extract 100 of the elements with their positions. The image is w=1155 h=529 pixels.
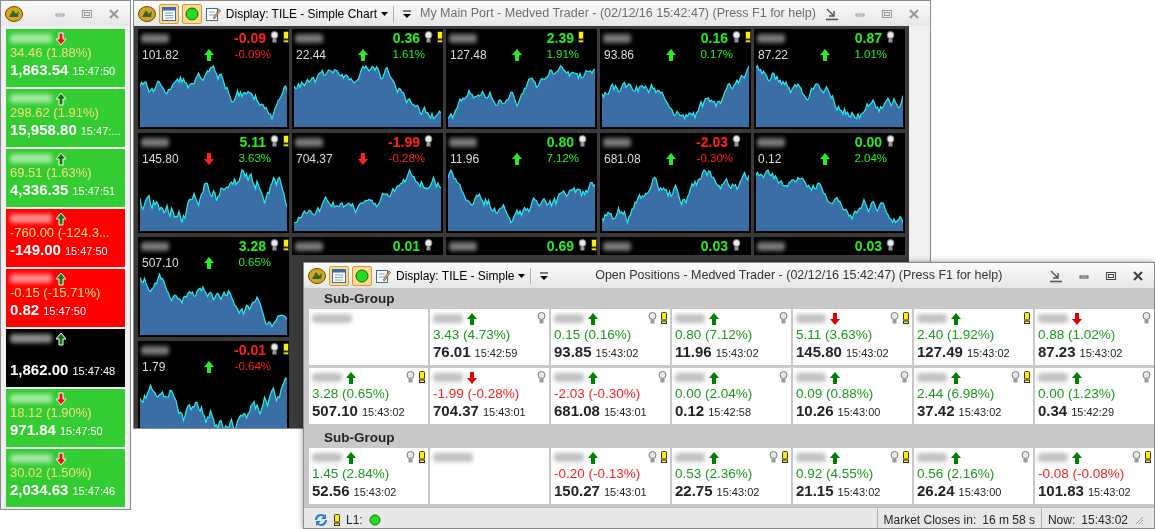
time-text: 15:43:00 bbox=[837, 405, 881, 419]
change-value: 2.39 bbox=[546, 28, 574, 48]
quote-tile[interactable]: 0.92 (4.55%) 21.15 15:43:02 bbox=[793, 448, 912, 504]
quote-tile[interactable]: -2.03 681.08 -0.30% bbox=[600, 133, 751, 233]
price-text: 507.10 bbox=[312, 401, 358, 419]
toggle-button[interactable] bbox=[352, 265, 372, 286]
time-text: 15:42:29 bbox=[1071, 405, 1115, 419]
quote-tile[interactable]: 0.03 bbox=[600, 237, 751, 255]
change-text: 0.09 (0.88%) bbox=[796, 386, 875, 402]
quote-tile[interactable] bbox=[309, 309, 428, 365]
change-text: 298.62 (1.91%) bbox=[10, 106, 100, 121]
quote-tile[interactable]: -0.09 101.82 -0.09% bbox=[138, 29, 289, 129]
quote-tile[interactable]: -0.20 (-0.13%) 150.27 15:43:01 bbox=[551, 448, 670, 504]
quote-card[interactable]: 1,862.00 15:47:48 bbox=[6, 329, 125, 387]
close-icon bbox=[108, 7, 120, 20]
maximize-icon bbox=[881, 7, 893, 20]
price-text: 0.12 bbox=[758, 151, 783, 168]
quote-tile[interactable]: 3.43 (4.73%) 76.01 15:42:59 bbox=[430, 309, 549, 365]
time-text: 15:47:50 bbox=[64, 244, 108, 258]
quote-tile[interactable]: -2.03 (-0.30%) 681.08 15:43:01 bbox=[551, 368, 670, 424]
blurred-label bbox=[449, 33, 477, 43]
quote-tile[interactable]: 2.39 127.48 1.91% bbox=[446, 29, 597, 129]
price-text: 37.42 bbox=[917, 401, 955, 419]
quote-tile[interactable]: -1.99 (-0.28%) 704.37 15:43:01 bbox=[430, 368, 549, 424]
change-value: -1.99 bbox=[388, 132, 420, 152]
window-title: My Main Port - Medved Trader - (02/12/16 15:42:47) (Press F1 for help) bbox=[420, 5, 816, 23]
blurred-label bbox=[433, 453, 473, 462]
quote-tile[interactable]: -0.01 1.79 -0.64% bbox=[138, 341, 289, 428]
quote-tile[interactable]: -1.99 704.37 -0.28% bbox=[292, 133, 443, 233]
quote-tile[interactable]: 0.00 (1.23%) 0.34 15:42:29 bbox=[1035, 368, 1154, 424]
quote-tile[interactable]: 0.00 0.12 2.04% bbox=[754, 133, 905, 233]
time-text: 15:43:02 bbox=[958, 405, 1002, 419]
toggle-button[interactable] bbox=[181, 3, 202, 24]
display-dropdown[interactable]: Display: TILE - Simple Chart bbox=[223, 4, 390, 23]
quote-tile[interactable]: 5.11 (3.63%) 145.80 15:43:02 bbox=[793, 309, 912, 365]
time-text: 15:47:50 bbox=[43, 304, 87, 318]
quote-tile[interactable]: 0.56 (2.16%) 26.24 15:43:00 bbox=[914, 448, 1033, 504]
time-text: 15:43:02 bbox=[845, 346, 889, 360]
resize-grip-icon[interactable] bbox=[1134, 514, 1144, 525]
percent-text: 0.17% bbox=[700, 47, 733, 63]
percent-text: 3.63% bbox=[238, 151, 271, 167]
quote-tile[interactable]: 0.00 (2.04%) 0.12 15:42:58 bbox=[672, 368, 791, 424]
quote-tile[interactable]: 0.15 (0.16%) 93.85 15:43:02 bbox=[551, 309, 670, 365]
quote-tile[interactable]: 0.03 bbox=[754, 237, 905, 255]
blurred-label bbox=[675, 453, 705, 462]
change-text: -1.99 (-0.28%) bbox=[433, 386, 521, 402]
quote-tile[interactable] bbox=[430, 448, 549, 504]
toggle-button[interactable] bbox=[329, 265, 349, 286]
group-title: Sub-Group bbox=[324, 430, 395, 445]
time-text: 15:43:02 bbox=[361, 405, 405, 419]
market-close-label: Market Closes in: bbox=[883, 511, 977, 528]
time-text: 15:43:01 bbox=[482, 405, 526, 419]
price-text: 21.15 bbox=[796, 481, 834, 499]
quote-tile[interactable]: 5.11 145.80 3.63% bbox=[138, 133, 289, 233]
price-text: 0.34 bbox=[1038, 401, 1068, 419]
quote-tile[interactable]: 0.69 bbox=[446, 237, 597, 255]
edit-icon[interactable] bbox=[375, 267, 391, 284]
quote-tile[interactable]: -0.08 (-0.08%) 101.83 15:43:02 bbox=[1035, 448, 1154, 504]
quote-tile[interactable]: 0.09 (0.88%) 10.26 15:43:00 bbox=[793, 368, 912, 424]
edit-icon[interactable] bbox=[204, 5, 221, 22]
change-text: 2.40 (1.92%) bbox=[917, 327, 996, 343]
quote-tile[interactable]: 0.16 93.86 0.17% bbox=[600, 29, 751, 129]
blurred-label bbox=[917, 373, 947, 382]
time-text: 15:47:50 bbox=[59, 424, 103, 438]
quote-tile[interactable]: 0.80 (7.12%) 11.96 15:43:02 bbox=[672, 309, 791, 365]
blurred-label bbox=[295, 137, 323, 147]
blurred-label bbox=[312, 453, 342, 462]
percent-text: -0.64% bbox=[234, 359, 271, 375]
quote-card[interactable]: -760.00 (-124.3... -149.00 15:47:50 bbox=[6, 209, 125, 267]
quote-tile[interactable]: 0.53 (2.36%) 22.75 15:43:02 bbox=[672, 448, 791, 504]
quote-tile[interactable]: 1.45 (2.84%) 52.56 15:43:02 bbox=[309, 448, 428, 504]
quote-tile[interactable]: 3.28 507.10 0.65% bbox=[138, 237, 289, 337]
refresh-icon[interactable] bbox=[314, 512, 328, 527]
toggle-button[interactable] bbox=[159, 3, 179, 24]
time-text: 15:43:00 bbox=[958, 485, 1002, 499]
price-text: 681.08 bbox=[604, 151, 642, 168]
quote-tile[interactable]: 2.40 (1.92%) 127.49 15:43:02 bbox=[914, 309, 1033, 365]
quote-tile[interactable]: 0.36 22.44 1.61% bbox=[292, 29, 443, 129]
quote-tile[interactable]: 0.01 bbox=[292, 237, 443, 255]
quote-tile[interactable]: 3.28 (0.65%) 507.10 15:43:02 bbox=[309, 368, 428, 424]
blurred-label bbox=[141, 33, 169, 43]
change-text: -0.08 (-0.08%) bbox=[1038, 466, 1126, 482]
price-text: 10.26 bbox=[796, 401, 834, 419]
price-text: 145.80 bbox=[796, 342, 842, 360]
price-text: 150.27 bbox=[554, 481, 600, 499]
blurred-label bbox=[10, 154, 52, 163]
percent-text: 2.04% bbox=[854, 151, 887, 167]
display-dropdown[interactable]: Display: TILE - Simple bbox=[394, 266, 528, 285]
quote-card[interactable]: -0.15 (-15.71%) 0.82 15:47:50 bbox=[6, 269, 125, 327]
time-text: 15:43:02 bbox=[716, 485, 760, 499]
quote-tile[interactable]: 2.44 (6.98%) 37.42 15:43:02 bbox=[914, 368, 1033, 424]
quote-tile[interactable]: 0.88 (1.02%) 87.23 15:43:02 bbox=[1035, 309, 1154, 365]
time-text: 15:43:02 bbox=[595, 346, 639, 360]
quote-tile[interactable]: 0.80 11.96 7.12% bbox=[446, 133, 597, 233]
overflow-icon bbox=[403, 9, 411, 18]
price-text: 145.80 bbox=[142, 151, 180, 168]
change-text: 3.43 (4.73%) bbox=[433, 327, 512, 343]
quote-tile[interactable]: 0.87 87.22 1.01% bbox=[754, 29, 905, 129]
group-title: Sub-Group bbox=[324, 291, 395, 306]
price-text: 2,034.63 bbox=[10, 480, 69, 499]
